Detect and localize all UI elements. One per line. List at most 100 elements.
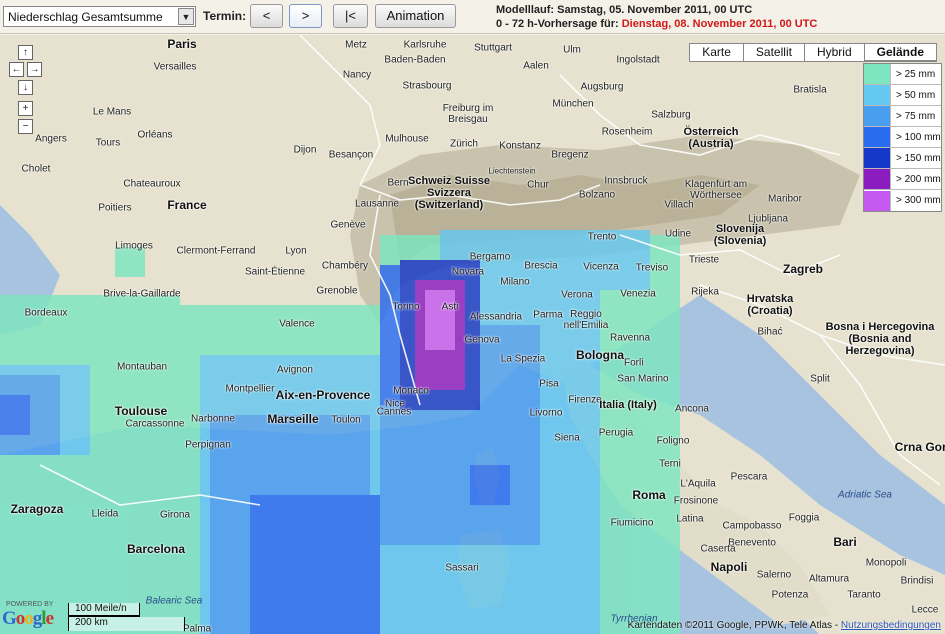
place-brescia: Brescia [524,260,558,272]
place-torino: Torino [392,301,420,313]
place-zagreb: Zagreb [782,262,824,276]
place-trento: Trento [587,231,617,243]
place-ingolstadt: Ingolstadt [616,54,660,66]
map-type-control: Karte Satellit Hybrid Gelände [689,43,937,62]
legend-swatch [864,169,891,189]
place-udine: Udine [664,228,692,240]
place-bern: Bern [387,177,409,189]
place-caserta: Caserta [700,543,736,555]
legend-label: > 50 mm [896,89,936,101]
place-lleida: Lleida [91,508,119,520]
place-monopoli: Monopoli [865,557,907,569]
place-livorno: Livorno [529,407,563,419]
map-type-satellit[interactable]: Satellit [742,43,805,62]
place-france: France [167,198,207,212]
chevron-down-icon[interactable]: ▼ [178,8,194,25]
place-freiburg: Freiburg im Breisgau [442,103,494,125]
map-attribution: Kartendaten ©2011 Google, PPWK, Tele Atl… [628,620,941,631]
terms-link[interactable]: Nutzungsbedingungen [841,620,941,631]
place-lausanne: Lausanne [355,198,399,210]
legend-swatch [864,106,891,126]
google-logo[interactable]: POWERED BY Google [2,601,54,630]
place-valence: Valence [279,318,315,330]
prev-step-button[interactable]: < [250,4,283,28]
place-konstanz: Konstanz [499,140,541,152]
place-tours: Tours [95,137,121,149]
place-muenchen: München [552,98,594,110]
map-type-karte[interactable]: Karte [689,43,744,62]
legend-row: > 50 mm [864,85,941,106]
legend-swatch [864,148,891,168]
place-mulhouse: Mulhouse [385,133,429,145]
place-maribor: Maribor [768,193,802,205]
place-metz: Metz [345,39,367,51]
place-terni: Terni [659,458,681,470]
place-forli: Forlì [624,357,644,369]
map-canvas[interactable]: Paris Versailles Metz Nancy Karlsruhe St… [0,35,945,634]
place-bregenz: Bregenz [551,149,589,161]
place-aalen: Aalen [523,60,549,72]
place-vicenza: Vicenza [583,261,619,273]
place-aix: Aix-en-Provence [275,388,371,402]
next-step-button[interactable]: > [289,4,322,28]
legend-row: > 100 mm [864,127,941,148]
place-perugia: Perugia [598,427,634,439]
powered-by-text: POWERED BY [6,601,54,608]
model-run-info: Modelllauf: Samstag, 05. November 2011, … [496,4,753,16]
place-reggio: Reggio nell'Emilia [563,309,609,331]
first-step-button[interactable]: |< [333,4,368,28]
place-alessandria: Alessandria [469,311,523,323]
place-brindisi: Brindisi [900,575,934,587]
place-laquila: L'Aquila [680,478,716,490]
place-barcelona: Barcelona [126,542,186,556]
legend-row: > 150 mm [864,148,941,169]
legend-label: > 25 mm [896,68,936,80]
legend-swatch [864,85,891,105]
pan-up-button[interactable]: ↑ [18,45,33,60]
forecast-info: 0 - 72 h-Vorhersage für: Dienstag, 08. N… [496,18,817,30]
place-augsburg: Augsburg [580,81,624,93]
place-nancy: Nancy [342,69,372,81]
place-bergamo: Bergamo [469,251,511,263]
legend-swatch [864,190,891,211]
zoom-in-button[interactable]: + [18,101,33,116]
legend-row: > 75 mm [864,106,941,127]
toolbar: Niederschlag Gesamtsumme ▼ Termin: < > |… [0,0,945,34]
app-window: Niederschlag Gesamtsumme ▼ Termin: < > |… [0,0,945,634]
legend-row: > 200 mm [864,169,941,190]
place-genova: Genova [464,334,500,346]
place-le-mans: Le Mans [92,106,132,118]
pan-right-button[interactable]: → [27,62,42,77]
place-lyon: Lyon [285,245,307,257]
place-bihac: Bihać [757,326,783,338]
product-select[interactable]: Niederschlag Gesamtsumme ▼ [3,6,196,27]
zoom-out-button[interactable]: − [18,119,33,134]
place-marseille: Marseille [267,412,319,426]
place-altamura: Altamura [808,573,850,585]
place-verona: Verona [561,289,593,301]
place-asti: Asti [441,301,459,313]
place-narbonne: Narbonne [191,413,235,425]
map-type-hybrid[interactable]: Hybrid [803,43,865,62]
place-limoges: Limoges [115,240,153,252]
termin-label: Termin: [203,9,247,23]
place-carcassonne: Carcassonne [125,418,185,430]
scale-miles: 100 Meile/n [68,603,140,617]
animation-button[interactable]: Animation [375,4,456,28]
place-lecce: Lecce [911,604,939,616]
place-rijeka: Rijeka [691,286,719,298]
place-montauban: Montauban [116,361,168,373]
legend-label: > 300 mm [896,195,941,206]
place-baden-baden: Baden-Baden [384,54,446,66]
place-frosinone: Frosinone [673,495,719,507]
place-latina: Latina [676,513,704,525]
place-monaco: Monaco [393,385,429,397]
place-italia: Italia (Italy) [599,399,657,411]
map-type-gelaende[interactable]: Gelände [863,43,937,62]
place-innsbruck: Innsbruck [604,175,648,187]
pan-down-button[interactable]: ↓ [18,80,33,95]
place-roma: Roma [632,488,666,502]
place-fiumicino: Fiumicino [610,517,654,529]
pan-left-button[interactable]: ← [9,62,24,77]
place-strasbourg: Strasbourg [402,80,452,92]
